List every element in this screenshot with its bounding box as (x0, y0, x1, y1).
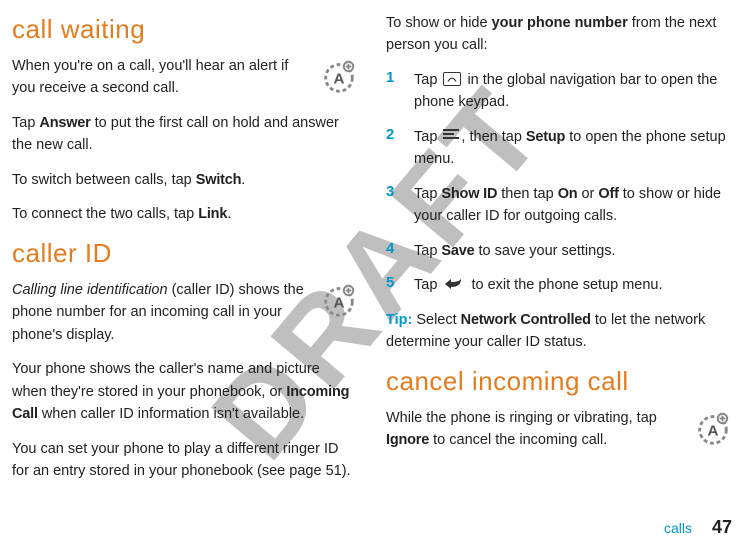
paragraph: To connect the two calls, tap Link. (12, 203, 358, 225)
setup-label: Setup (526, 129, 565, 145)
section-title-caller-id: caller ID (12, 238, 358, 269)
feature-badge-icon: A (694, 409, 732, 447)
step-number: 4 (386, 240, 400, 262)
answer-label: Answer (39, 115, 90, 131)
paragraph: To show or hide your phone number from t… (386, 12, 732, 57)
step-row: 2 Tap , then tap Setup to open the phone… (386, 126, 732, 171)
paragraph: Tap Answer to put the first call on hold… (12, 112, 358, 157)
svg-text:A: A (334, 71, 345, 88)
step-number: 5 (386, 274, 400, 297)
network-controlled-label: Network Controlled (461, 312, 591, 328)
paragraph: A Calling line identification (caller ID… (12, 279, 358, 346)
svg-text:A: A (334, 294, 345, 311)
step-number: 1 (386, 69, 400, 114)
section-title-call-waiting: call waiting (12, 14, 358, 45)
tip-label: Tip: (386, 312, 412, 328)
step-row: 5 Tap to exit the phone setup menu. (386, 274, 732, 297)
step-row: 4 Tap Save to save your settings. (386, 240, 732, 262)
right-column: To show or hide your phone number from t… (386, 12, 732, 495)
switch-label: Switch (196, 172, 242, 188)
step-text: Tap Show ID then tap On or Off to show o… (414, 183, 732, 228)
step-row: 1 Tap in the global navigation bar to op… (386, 69, 732, 114)
footer-section-name: calls (664, 520, 692, 536)
left-column: call waiting A When you're on a call, yo… (12, 12, 358, 495)
step-number: 2 (386, 126, 400, 171)
back-arrow-icon (443, 276, 465, 298)
ignore-label: Ignore (386, 432, 429, 448)
off-label: Off (598, 186, 618, 202)
paragraph: To switch between calls, tap Switch. (12, 169, 358, 191)
step-row: 3 Tap Show ID then tap On or Off to show… (386, 183, 732, 228)
page-footer: calls 47 (664, 517, 732, 538)
paragraph: Your phone shows the caller's name and p… (12, 358, 358, 425)
save-label: Save (441, 243, 474, 259)
feature-badge-icon: A (320, 57, 358, 95)
menu-icon (443, 125, 459, 147)
paragraph: You can set your phone to play a differe… (12, 438, 358, 483)
paragraph: A When you're on a call, you'll hear an … (12, 55, 358, 100)
step-number: 3 (386, 183, 400, 228)
phone-keypad-icon (443, 72, 461, 86)
tip-paragraph: Tip: Select Network Controlled to let th… (386, 309, 732, 354)
footer-page-number: 47 (712, 517, 732, 537)
step-text: Tap , then tap Setup to open the phone s… (414, 126, 732, 171)
step-text: Tap to exit the phone setup menu. (414, 274, 732, 297)
show-id-label: Show ID (441, 186, 497, 202)
paragraph: A While the phone is ringing or vibratin… (386, 407, 732, 452)
link-label: Link (198, 206, 227, 222)
section-title-cancel-incoming: cancel incoming call (386, 366, 732, 397)
step-text: Tap Save to save your settings. (414, 240, 732, 262)
step-text: Tap in the global navigation bar to open… (414, 69, 732, 114)
feature-badge-icon: A (320, 281, 358, 319)
svg-text:A: A (708, 422, 719, 439)
on-label: On (558, 186, 578, 202)
